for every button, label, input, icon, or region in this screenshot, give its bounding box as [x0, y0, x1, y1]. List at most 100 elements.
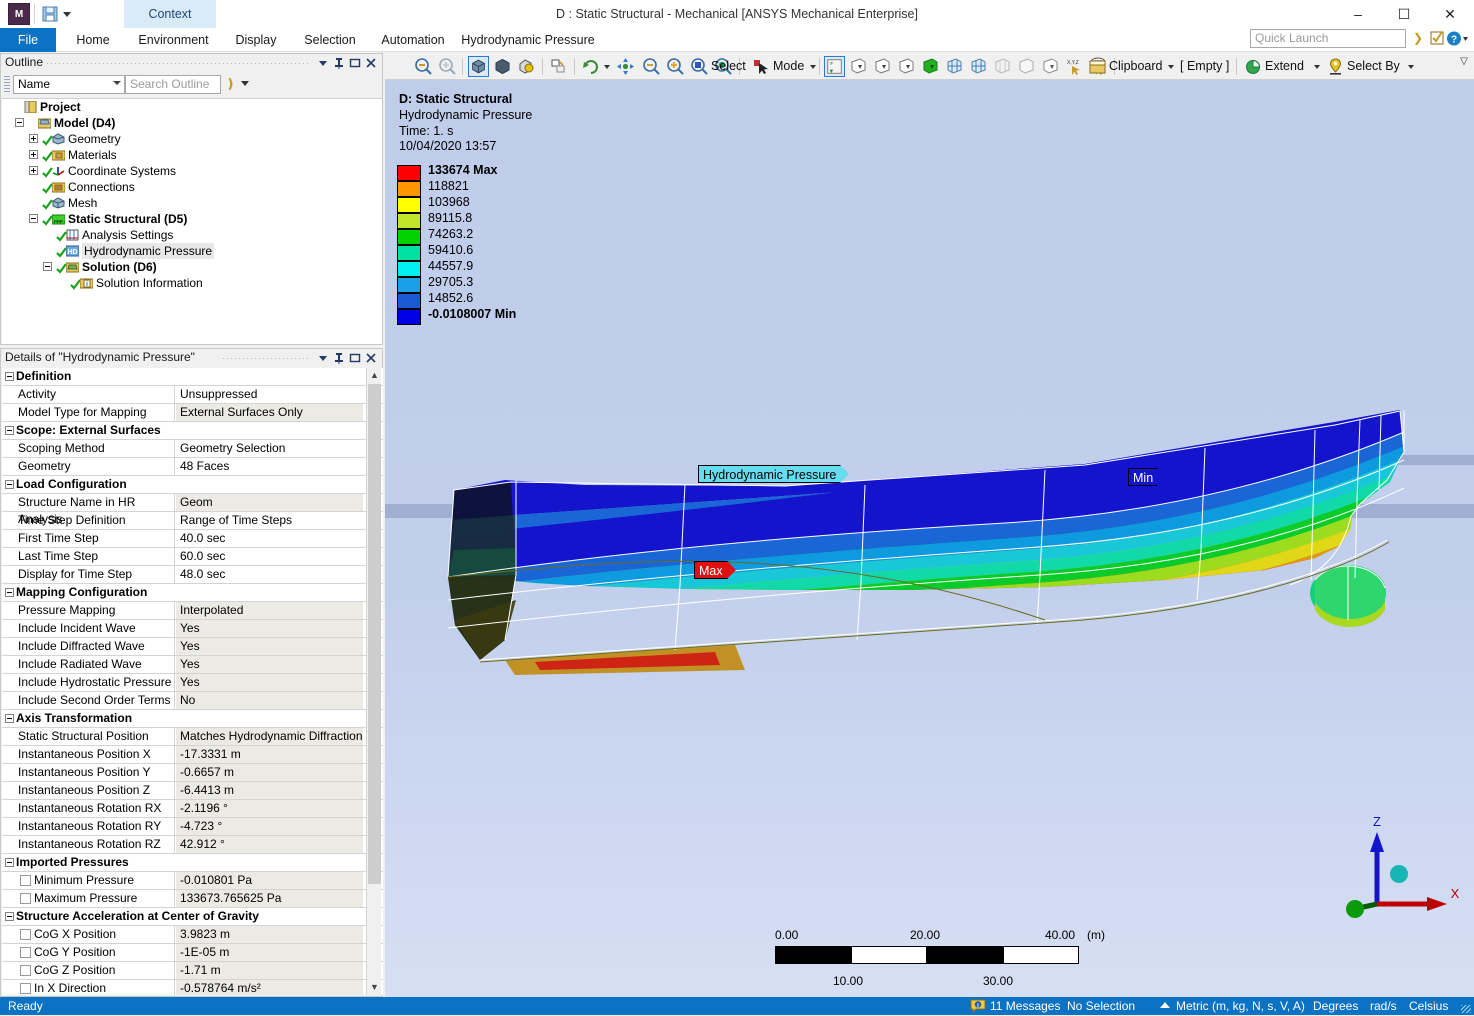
- select-mesh-elements-icon[interactable]: [968, 56, 989, 77]
- messages-icon[interactable]: i: [970, 999, 986, 1013]
- details-row-value[interactable]: -1.71 m: [176, 962, 363, 979]
- details-row-value[interactable]: -2.1196 °: [176, 800, 363, 817]
- zoom-box-icon[interactable]: [641, 56, 662, 77]
- collapse-icon[interactable]: [5, 858, 14, 867]
- details-row-maximum-pressure[interactable]: Maximum Pressure133673.765625 Pa: [2, 890, 383, 908]
- details-category-definition[interactable]: Definition: [2, 368, 383, 386]
- details-category-load-configuration[interactable]: Load Configuration: [2, 476, 383, 494]
- extend-label[interactable]: Extend: [1265, 59, 1304, 73]
- clipboard-label[interactable]: Clipboard: [1109, 59, 1163, 73]
- tab-environment[interactable]: Environment: [126, 28, 221, 52]
- help-icon[interactable]: ?: [1446, 30, 1468, 47]
- details-row-value[interactable]: -4.723 °: [176, 818, 363, 835]
- shaded-exterior-edges-icon[interactable]: [468, 56, 489, 77]
- details-row-static-structural-position[interactable]: Static Structural PositionMatches Hydrod…: [2, 728, 383, 746]
- details-row-time-step-definition[interactable]: Time Step DefinitionRange of Time Steps: [2, 512, 383, 530]
- scroll-thumb[interactable]: [368, 384, 381, 884]
- select-label[interactable]: Select: [711, 59, 746, 73]
- details-row-value[interactable]: -6.4413 m: [176, 782, 363, 799]
- result-annotation-tag[interactable]: Hydrodynamic Pressure: [698, 465, 841, 483]
- outline-maximize-icon[interactable]: [348, 56, 362, 70]
- tab-home[interactable]: Home: [60, 28, 126, 52]
- select-bodies-icon[interactable]: [920, 56, 941, 77]
- details-row-value[interactable]: Geom: [176, 494, 363, 511]
- outline-item-hydrodynamic-pressure[interactable]: HDHydrodynamic Pressure: [2, 243, 382, 259]
- details-row-value[interactable]: External Surfaces Only: [176, 404, 363, 421]
- mode-dropdown-caret-icon[interactable]: [810, 65, 816, 69]
- details-row-value[interactable]: Yes: [176, 674, 363, 691]
- maximize-button[interactable]: ☐: [1381, 0, 1427, 28]
- zoom-in-icon[interactable]: [437, 56, 458, 77]
- details-row-in-x-direction[interactable]: In X Direction-0.578764 m/s²: [2, 980, 383, 995]
- details-row-include-radiated-wave[interactable]: Include Radiated WaveYes: [2, 656, 383, 674]
- collapse-icon[interactable]: [5, 372, 14, 381]
- details-row-value[interactable]: Matches Hydrodynamic Diffraction...: [176, 728, 363, 745]
- extend-icon[interactable]: [1243, 56, 1264, 77]
- details-row-value[interactable]: -17.3331 m: [176, 746, 363, 763]
- details-row-activity[interactable]: ActivityUnsuppressed: [2, 386, 383, 404]
- details-row-model-type-for-mapping[interactable]: Model Type for MappingExternal Surfaces …: [2, 404, 383, 422]
- details-row-cog-x-position[interactable]: CoG X Position3.9823 m: [2, 926, 383, 944]
- details-row-cog-y-position[interactable]: CoG Y Position-1E-05 m: [2, 944, 383, 962]
- select-extend-limits-icon[interactable]: [1040, 56, 1061, 77]
- tab-automation[interactable]: Automation: [369, 28, 457, 52]
- outline-expand-chevron-icon[interactable]: ❫: [225, 76, 236, 92]
- details-category-axis-transformation[interactable]: Axis Transformation: [2, 710, 383, 728]
- outline-item-project[interactable]: Project: [2, 99, 382, 115]
- collapse-icon[interactable]: [5, 714, 14, 723]
- status-angle[interactable]: Degrees: [1313, 999, 1358, 1013]
- scroll-down-icon[interactable]: ▼: [367, 980, 382, 995]
- outline-item-solution-information[interactable]: iSolution Information: [2, 275, 382, 291]
- extend-dropdown-caret-icon[interactable]: [1314, 65, 1320, 69]
- tab-display[interactable]: Display: [221, 28, 291, 52]
- details-row-value[interactable]: Range of Time Steps: [176, 512, 363, 529]
- select-mesh-nodes-icon[interactable]: [944, 56, 965, 77]
- details-row-include-incident-wave[interactable]: Include Incident WaveYes: [2, 620, 383, 638]
- outline-item-materials[interactable]: Materials: [2, 147, 382, 163]
- context-tab[interactable]: Context: [124, 0, 216, 28]
- expand-icon[interactable]: [29, 134, 38, 143]
- details-row-value[interactable]: 40.0 sec: [176, 530, 363, 547]
- details-row-value[interactable]: -0.010801 Pa: [176, 872, 363, 889]
- details-row-value[interactable]: 133673.765625 Pa: [176, 890, 363, 907]
- quick-launch-chevron-icon[interactable]: ❯: [1410, 30, 1426, 47]
- details-row-instantaneous-position-z[interactable]: Instantaneous Position Z-6.4413 m: [2, 782, 383, 800]
- details-row-structure-name-in-hr-analysis[interactable]: Structure Name in HR AnalysisGeom: [2, 494, 383, 512]
- details-row-include-second-order-terms[interactable]: Include Second Order TermsNo: [2, 692, 383, 710]
- details-row-instantaneous-position-x[interactable]: Instantaneous Position X-17.3331 m: [2, 746, 383, 764]
- status-units[interactable]: Metric (m, kg, N, s, V, A): [1176, 999, 1305, 1013]
- tab-selection[interactable]: Selection: [291, 28, 369, 52]
- details-row-value[interactable]: Yes: [176, 620, 363, 637]
- collapse-icon[interactable]: [5, 426, 14, 435]
- select-by-dropdown-caret-icon[interactable]: [1408, 65, 1414, 69]
- details-row-last-time-step[interactable]: Last Time Step60.0 sec: [2, 548, 383, 566]
- select-mode-icon[interactable]: F: [824, 56, 845, 77]
- details-maximize-icon[interactable]: [348, 351, 362, 365]
- details-close-icon[interactable]: [364, 351, 378, 365]
- rotate-icon[interactable]: [580, 56, 601, 77]
- select-by-icon[interactable]: [1325, 56, 1346, 77]
- details-row-include-hydrostatic-pressure[interactable]: Include Hydrostatic PressureYes: [2, 674, 383, 692]
- details-row-value[interactable]: Yes: [176, 656, 363, 673]
- details-row-scoping-method[interactable]: Scoping MethodGeometry Selection: [2, 440, 383, 458]
- details-row-value[interactable]: Unsuppressed: [176, 386, 363, 403]
- pan-icon[interactable]: [615, 56, 636, 77]
- details-category-structure-acceleration-at-center-of-gravity[interactable]: Structure Acceleration at Center of Grav…: [2, 908, 383, 926]
- details-row-value[interactable]: 3.9823 m: [176, 926, 363, 943]
- details-row-instantaneous-rotation-ry[interactable]: Instantaneous Rotation RY-4.723 °: [2, 818, 383, 836]
- collapse-icon[interactable]: [5, 480, 14, 489]
- details-menu-icon[interactable]: [316, 351, 330, 365]
- details-category-mapping-configuration[interactable]: Mapping Configuration: [2, 584, 383, 602]
- status-rotation[interactable]: rad/s: [1370, 999, 1397, 1013]
- details-row-value[interactable]: Yes: [176, 638, 363, 655]
- notes-icon[interactable]: [1428, 30, 1446, 47]
- rotate-dropdown-caret-icon[interactable]: [604, 65, 610, 69]
- select-edges-icon[interactable]: [872, 56, 893, 77]
- details-row-display-for-time-step[interactable]: Display for Time Step48.0 sec: [2, 566, 383, 584]
- details-row-instantaneous-rotation-rx[interactable]: Instantaneous Rotation RX-2.1196 °: [2, 800, 383, 818]
- clipboard-dropdown-caret-icon[interactable]: [1168, 65, 1174, 69]
- quick-launch-input[interactable]: Quick Launch: [1250, 29, 1406, 48]
- outline-item-static-structural-d5[interactable]: Static Structural (D5): [2, 211, 382, 227]
- show-vertices-icon[interactable]: [548, 56, 569, 77]
- collapse-icon[interactable]: [29, 214, 38, 223]
